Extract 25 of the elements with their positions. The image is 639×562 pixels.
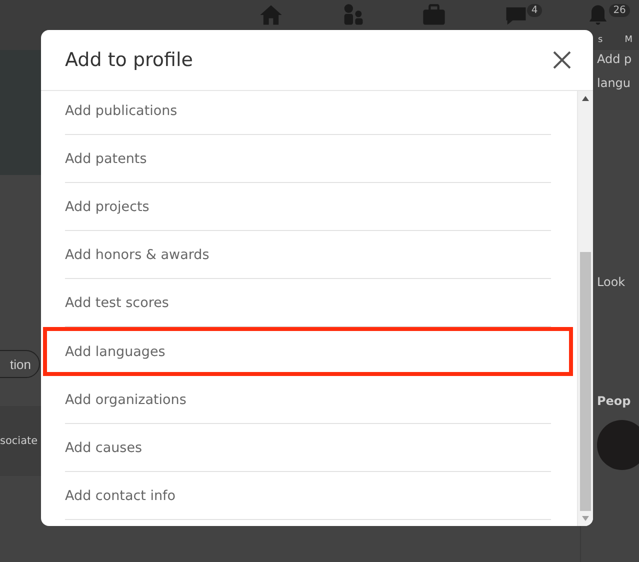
nav-label: M (624, 35, 632, 47)
scroll-down-icon[interactable] (582, 516, 589, 521)
scrollbar-thumb[interactable] (580, 252, 591, 511)
nav-label: s (598, 35, 603, 47)
sidebar-text: Look (597, 275, 626, 289)
section-title: Peop (597, 394, 631, 408)
menu-item[interactable]: Add languages (43, 327, 573, 376)
scroll-up-icon[interactable] (582, 96, 589, 101)
menu-item[interactable]: Add honors & awards (65, 231, 551, 279)
menu-item[interactable]: Add projects (65, 183, 551, 231)
menu-item[interactable]: Add publications (65, 87, 551, 135)
briefcase-icon[interactable] (421, 2, 448, 28)
menu-item[interactable]: Add organizations (65, 376, 551, 424)
menu-item[interactable]: Add test scores (65, 279, 551, 327)
menu-item[interactable]: Add contact info (65, 472, 551, 520)
scrollbar[interactable] (577, 91, 593, 526)
pill-button[interactable]: tion (0, 350, 40, 378)
close-button[interactable] (551, 49, 573, 71)
dialog-title: Add to profile (65, 49, 193, 71)
sidebar-heading: Add p langu (597, 51, 632, 92)
avatar (597, 420, 639, 470)
notification-badge: 26 (609, 4, 630, 17)
menu-item[interactable]: Add causes (65, 424, 551, 472)
notification-badge: 4 (527, 4, 542, 17)
menu-item[interactable]: Add patents (65, 135, 551, 183)
